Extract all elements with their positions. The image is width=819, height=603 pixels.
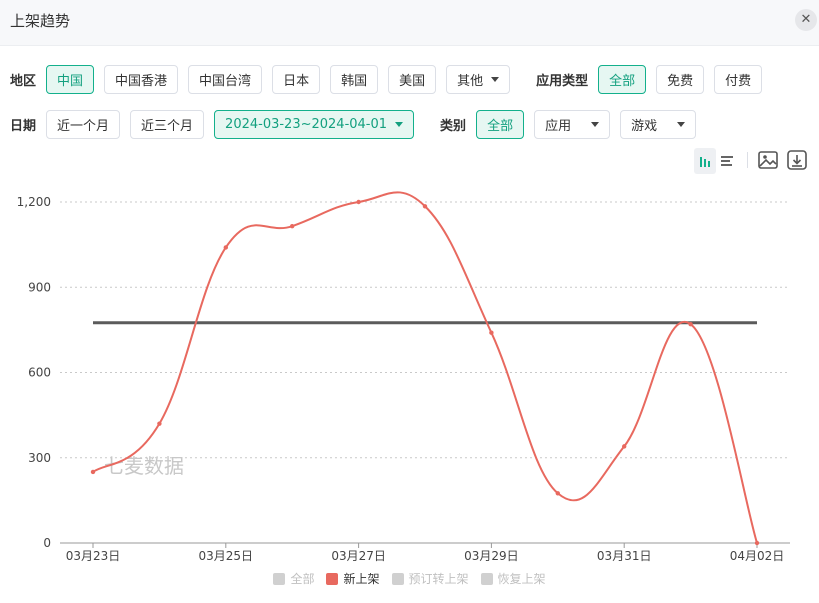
- data-point: [489, 330, 494, 335]
- legend-label: 全部: [290, 572, 315, 586]
- data-point: [157, 421, 162, 426]
- x-axis: 03月23日 03月25日 03月27日 03月29日 03月31日 04月02日: [60, 542, 790, 563]
- trend-line-chart: 0 300 600 900 1,200 03月23日 03月25日 03月27日 03月29日…: [17, 191, 790, 563]
- category-label: 类别: [440, 118, 467, 134]
- chart-legend: 全部 新上架 预订转上架 恢复上架: [0, 570, 819, 587]
- data-point: [356, 199, 361, 205]
- region-option-china[interactable]: 中国: [46, 64, 95, 94]
- x-tick-label: 03月29日: [464, 549, 519, 563]
- region-option-korea[interactable]: 韩国: [330, 64, 379, 94]
- data-point: [555, 491, 560, 496]
- y-axis: 0 300 600 900 1,200: [17, 195, 51, 550]
- region-label: 地区: [10, 73, 37, 89]
- x-tick-label: 03月27日: [331, 549, 386, 563]
- legend-swatch: [391, 572, 404, 585]
- legend-item-preorder-to-listed[interactable]: 预订转上架: [391, 570, 469, 587]
- category-game-dropdown[interactable]: 游戏: [620, 109, 697, 139]
- region-option-taiwan[interactable]: 中国台湾: [188, 64, 263, 94]
- legend-item-all[interactable]: 全部: [273, 570, 314, 587]
- category-app-label: 应用: [545, 118, 572, 134]
- x-tick-label: 03月25日: [199, 549, 254, 563]
- download-icon: [787, 150, 807, 170]
- date-range-picker[interactable]: 2024-03-23~2024-04-01: [214, 109, 415, 139]
- legend-label: 预订转上架: [408, 572, 469, 586]
- watermark: 七麦数据: [104, 454, 184, 478]
- chevron-down-icon: [591, 121, 600, 127]
- chevron-down-icon: [491, 76, 500, 82]
- dialog-title: 上架趋势: [10, 12, 71, 30]
- chart-view-toggle: [694, 148, 738, 174]
- chevron-down-icon: [677, 121, 686, 127]
- save-image-button[interactable]: [757, 149, 779, 171]
- y-tick-label: 600: [28, 366, 51, 380]
- series-line: [92, 191, 758, 544]
- data-point: [754, 540, 760, 546]
- data-point: [223, 245, 228, 250]
- x-tick-label: 03月31日: [597, 549, 652, 563]
- bar-chart-icon: [700, 157, 710, 167]
- close-button[interactable]: ✕: [795, 9, 817, 31]
- region-option-hongkong[interactable]: 中国香港: [104, 64, 179, 94]
- chart-grid: [60, 201, 790, 459]
- region-option-japan[interactable]: 日本: [272, 64, 321, 94]
- category-game-label: 游戏: [631, 118, 658, 134]
- data-point: [688, 321, 693, 327]
- category-app-dropdown[interactable]: 应用: [534, 109, 611, 139]
- legend-swatch: [273, 572, 286, 585]
- filter-row-date: 日期 近一个月 近三个月 2024-03-23~2024-04-01 类别 全部…: [10, 109, 706, 139]
- date-option-last-three-months[interactable]: 近三个月: [130, 109, 205, 139]
- data-point: [290, 223, 295, 229]
- category-option-all[interactable]: 全部: [476, 109, 525, 139]
- region-more-dropdown[interactable]: 其他: [446, 64, 511, 94]
- chevron-down-icon: [395, 121, 404, 127]
- app-type-label: 应用类型: [536, 73, 589, 89]
- image-icon: [758, 151, 778, 169]
- app-type-option-free[interactable]: 免费: [656, 64, 705, 94]
- x-tick-label: 03月23日: [66, 549, 121, 563]
- legend-label: 恢复上架: [497, 572, 546, 586]
- y-tick-label: 0: [43, 536, 51, 550]
- y-tick-label: 300: [28, 451, 51, 465]
- y-tick-label: 1,200: [17, 195, 51, 209]
- legend-swatch: [480, 572, 493, 585]
- region-option-usa[interactable]: 美国: [388, 64, 437, 94]
- series-new-listings: [90, 191, 760, 546]
- date-label: 日期: [10, 118, 37, 134]
- date-range-value: 2024-03-23~2024-04-01: [225, 116, 388, 132]
- legend-item-restored[interactable]: 恢复上架: [480, 570, 546, 587]
- bar-chart-view-button[interactable]: [694, 148, 716, 174]
- list-icon: [721, 156, 733, 166]
- legend-item-new-listings[interactable]: 新上架: [326, 570, 380, 587]
- data-point: [422, 204, 428, 209]
- x-tick-label: 04月02日: [730, 549, 785, 563]
- download-button[interactable]: [786, 149, 808, 171]
- list-view-button[interactable]: [716, 148, 738, 174]
- data-point: [90, 469, 96, 475]
- data-point: [622, 444, 627, 449]
- app-type-option-all[interactable]: 全部: [598, 64, 647, 94]
- toolbar-divider: [747, 152, 748, 168]
- app-type-option-paid[interactable]: 付费: [714, 64, 763, 94]
- date-option-last-month[interactable]: 近一个月: [46, 109, 121, 139]
- region-more-label: 其他: [457, 73, 484, 89]
- dialog-header: 上架趋势 ✕: [0, 0, 819, 46]
- legend-label: 新上架: [343, 572, 380, 586]
- y-tick-label: 900: [28, 280, 51, 294]
- legend-swatch: [326, 572, 339, 585]
- filter-row-region: 地区 中国 中国香港 中国台湾 日本 韩国 美国 其他 应用类型 全部 免费 付…: [10, 64, 772, 94]
